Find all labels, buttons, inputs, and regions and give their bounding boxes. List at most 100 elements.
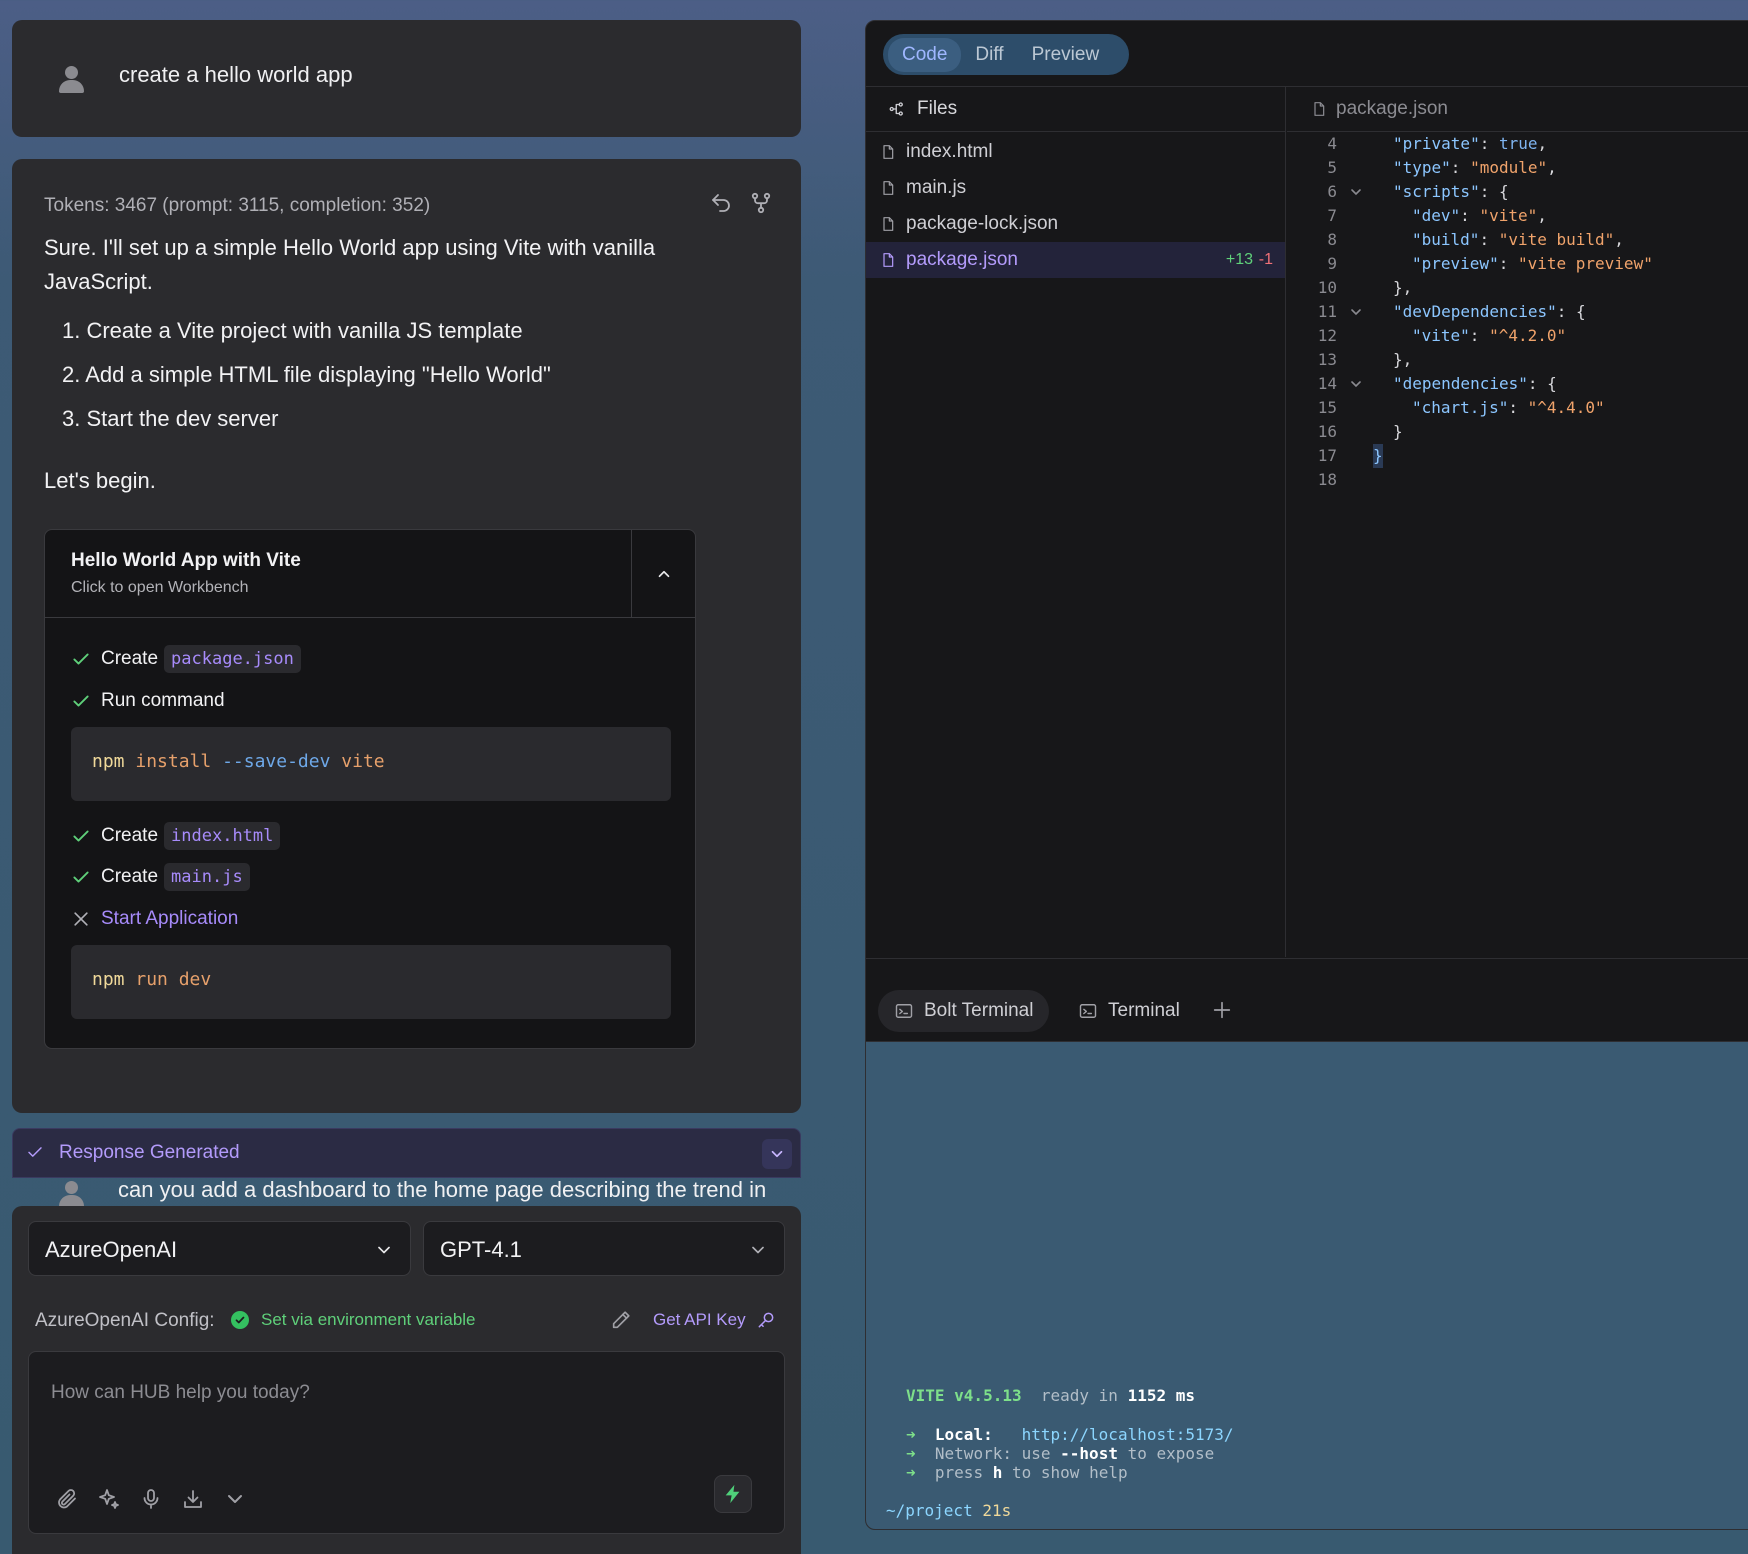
terminal-tab-bar: Bolt Terminal Terminal — [866, 958, 1748, 1042]
tab-terminal[interactable]: Terminal — [1062, 990, 1196, 1032]
terminal-output[interactable]: VITE v4.5.13 ready in 1152 ms ➜ Local: h… — [866, 1042, 1748, 1529]
local-label: Local: — [934, 1425, 993, 1444]
file-chip[interactable]: main.js — [164, 863, 250, 891]
prompt-elapsed: 21s — [982, 1501, 1012, 1520]
chevron-down-icon — [378, 1246, 390, 1254]
line-number: 8 — [1327, 230, 1337, 249]
x-icon — [74, 912, 88, 926]
message-input[interactable]: How can HUB help you today? — [28, 1351, 785, 1534]
check-icon — [73, 653, 89, 665]
get-api-key-link[interactable]: Get API Key — [653, 1310, 776, 1330]
action-label: Run command — [101, 690, 225, 711]
microphone-icon[interactable] — [139, 1487, 163, 1511]
action-label: Create — [101, 866, 159, 887]
user-message-text: create a hello world app — [119, 62, 353, 87]
editor-file-name: package.json — [1336, 98, 1448, 119]
json-key: "dependencies" — [1393, 374, 1528, 393]
command-block: npm run dev — [71, 945, 671, 1019]
command-binary: npm — [92, 751, 125, 772]
code-editor[interactable]: package.json 4 "private": true, 5 "type": … — [1287, 87, 1748, 957]
get-api-key-label: Get API Key — [653, 1310, 746, 1329]
action-create-index-html: Create index.html — [71, 822, 281, 850]
artifact-collapse-button[interactable] — [631, 530, 695, 618]
tab-diff[interactable]: Diff — [961, 38, 1017, 72]
assistant-message-card: Tokens: 3467 (prompt: 3115, completion: … — [12, 159, 801, 1113]
json-value: true — [1498, 134, 1538, 153]
json-key: "devDependencies" — [1393, 302, 1557, 321]
json-value: "module" — [1470, 158, 1548, 177]
fold-chevron-icon[interactable] — [1349, 180, 1363, 204]
line-number: 17 — [1317, 446, 1337, 465]
tab-bolt-terminal[interactable]: Bolt Terminal — [878, 990, 1050, 1032]
json-value: "vite" — [1479, 206, 1538, 225]
fold-chevron-icon[interactable] — [1349, 372, 1363, 396]
command-binary: npm — [92, 969, 125, 990]
editor-breadcrumb: package.json — [1287, 87, 1748, 132]
send-button[interactable] — [714, 1475, 752, 1513]
tab-preview[interactable]: Preview — [1018, 38, 1114, 72]
pencil-icon[interactable] — [610, 1309, 632, 1331]
file-item-package-json[interactable]: package.json +13 -1 — [866, 242, 1285, 278]
file-chip[interactable]: package.json — [164, 645, 301, 673]
command-arg: run — [135, 969, 168, 990]
plus-icon[interactable] — [1211, 999, 1233, 1021]
action-start-application: Start Application — [71, 908, 238, 930]
terminal-line: ➜ Network: use --host to expose — [906, 1444, 1215, 1463]
lightning-icon — [725, 1484, 740, 1504]
provider-select-value: AzureOpenAI — [45, 1237, 178, 1262]
artifact-panel: Hello World App with Vite Click to open … — [44, 529, 696, 1049]
tab-code[interactable]: Code — [888, 37, 962, 72]
workbench-panel: Code Diff Preview Files index.html main.… — [865, 20, 1748, 1530]
file-icon — [883, 217, 894, 231]
help-text: press — [934, 1463, 984, 1482]
next-user-message-text: can you add a dashboard to the home page… — [118, 1177, 767, 1202]
status-expand-button[interactable] — [762, 1139, 792, 1169]
help-text: to show help — [1012, 1463, 1128, 1482]
terminal-line: VITE v4.5.13 ready in 1152 ms — [906, 1386, 1195, 1405]
paperclip-icon[interactable] — [55, 1487, 79, 1511]
file-item-index-html[interactable]: index.html — [866, 134, 1285, 170]
command-block: npm install --save-dev vite — [71, 727, 671, 801]
check-icon — [28, 1147, 42, 1157]
chat-input-panel: AzureOpenAI GPT-4.1 AzureOpenAI Config: … — [12, 1206, 801, 1554]
provider-select[interactable]: AzureOpenAI — [28, 1221, 411, 1276]
action-label: Create — [101, 825, 159, 846]
user-message-card: create a hello world app — [12, 20, 801, 137]
download-icon[interactable] — [181, 1487, 205, 1511]
json-value: "vite build" — [1498, 230, 1615, 249]
file-name: main.js — [906, 177, 967, 198]
check-icon — [73, 830, 89, 842]
user-avatar-icon — [57, 65, 85, 93]
file-icon — [1314, 102, 1325, 116]
response-status-bar[interactable]: Response Generated — [12, 1128, 801, 1178]
action-label: Create — [101, 648, 159, 669]
line-number: 13 — [1317, 350, 1337, 369]
fork-icon[interactable] — [749, 191, 773, 215]
prompt-path: ~/project — [886, 1501, 973, 1520]
ms-unit: ms — [1175, 1386, 1195, 1405]
file-icon — [883, 145, 894, 159]
terminal-line: ➜ Local: http://localhost:5173/ — [906, 1425, 1234, 1444]
line-number: 12 — [1317, 326, 1337, 345]
action-create-main-js: Create main.js — [71, 863, 250, 891]
file-tree-title: Files — [917, 98, 958, 119]
line-number: 5 — [1327, 158, 1337, 177]
fold-chevron-icon[interactable] — [1349, 300, 1363, 324]
artifact-header[interactable]: Hello World App with Vite Click to open … — [45, 530, 695, 618]
ready-text: ready in — [1040, 1386, 1118, 1405]
network-text: to expose — [1127, 1444, 1215, 1463]
file-name: package.json — [906, 249, 1018, 270]
file-item-package-lock-json[interactable]: package-lock.json — [866, 206, 1285, 242]
line-number: 7 — [1327, 206, 1337, 225]
file-item-main-js[interactable]: main.js — [866, 170, 1285, 206]
file-icon — [883, 253, 894, 267]
file-chip[interactable]: index.html — [164, 822, 281, 850]
line-number: 11 — [1317, 302, 1337, 321]
chevron-down-icon[interactable] — [223, 1487, 247, 1511]
undo-icon[interactable] — [709, 191, 733, 215]
sparkles-icon[interactable] — [97, 1487, 121, 1511]
artifact-title: Hello World App with Vite — [71, 550, 301, 571]
local-url[interactable]: http://localhost:5173/ — [1022, 1425, 1234, 1444]
model-select[interactable]: GPT-4.1 — [423, 1221, 785, 1276]
json-key: "type" — [1393, 158, 1451, 177]
